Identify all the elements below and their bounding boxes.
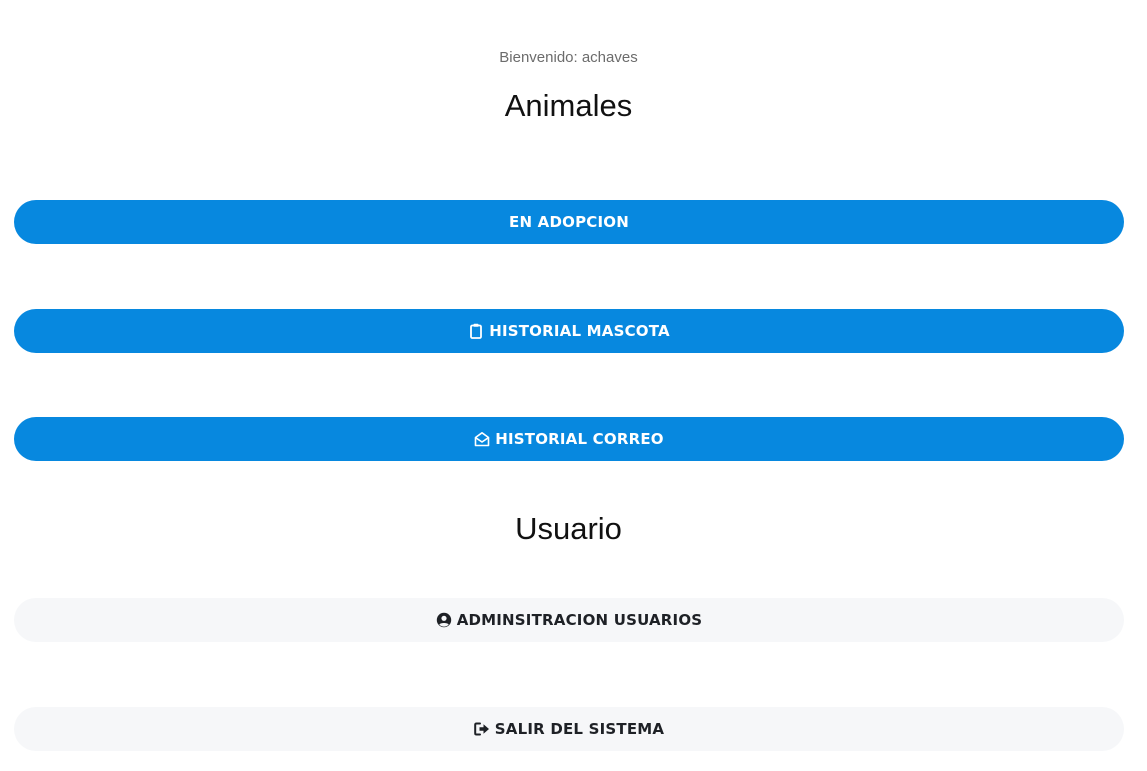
historial-correo-button[interactable]: HISTORIAL CORREO (14, 417, 1124, 461)
welcome-text: Bienvenido: achaves (499, 49, 638, 66)
en-adopcion-button[interactable]: EN ADOPCION (14, 200, 1124, 244)
envelope-open-icon (474, 431, 490, 447)
historial-mascota-button[interactable]: HISTORIAL MASCOTA (14, 309, 1124, 353)
salir-del-sistema-label: SALIR DEL SISTEMA (494, 720, 665, 738)
historial-mascota-label: HISTORIAL MASCOTA (489, 322, 670, 340)
salir-del-sistema-button[interactable]: SALIR DEL SISTEMA (14, 707, 1124, 751)
section-title-usuario: Usuario (515, 511, 622, 546)
section-title-animales: Animales (504, 88, 633, 123)
administracion-usuarios-button[interactable]: ADMINSITRACION USUARIOS (14, 598, 1124, 642)
clipboard-icon (468, 323, 484, 339)
historial-correo-label: HISTORIAL CORREO (495, 430, 664, 448)
sign-out-icon (473, 721, 490, 737)
en-adopcion-label: EN ADOPCION (509, 213, 629, 231)
user-circle-icon (436, 612, 452, 628)
administracion-usuarios-label: ADMINSITRACION USUARIOS (456, 611, 703, 629)
